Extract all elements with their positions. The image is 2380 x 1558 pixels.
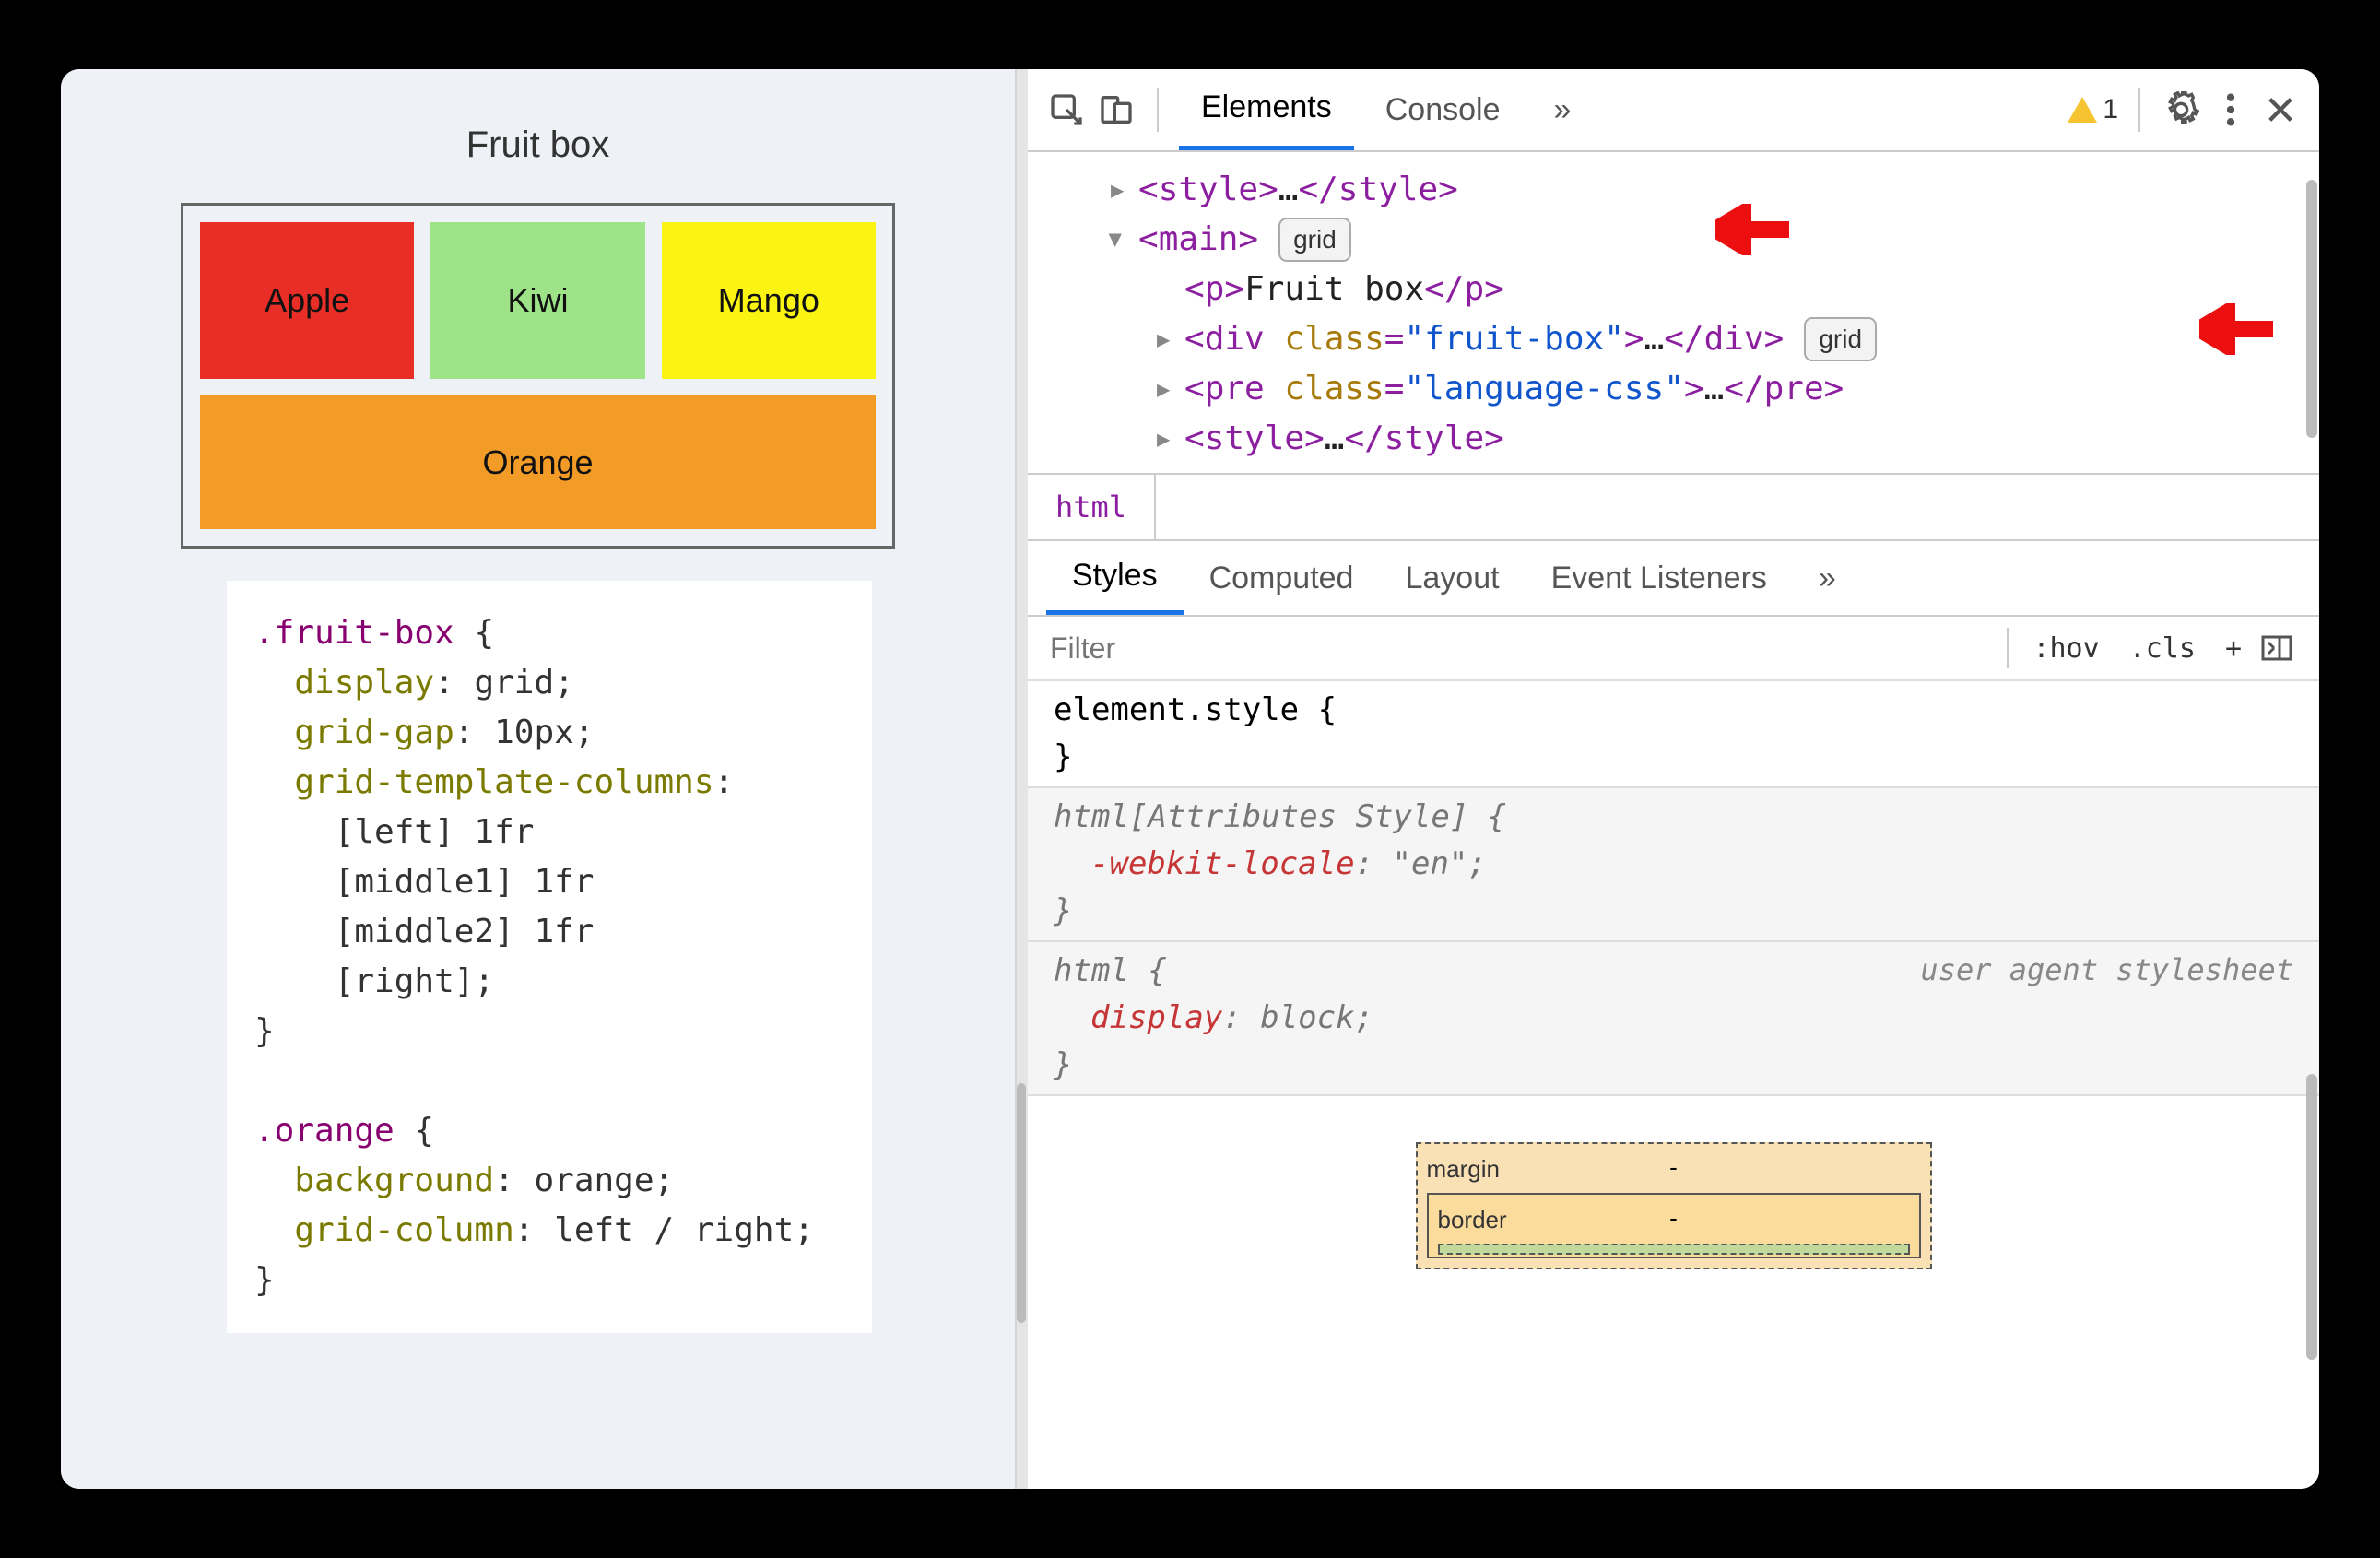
rule-close: } [1054,1042,2293,1089]
styles-panel[interactable]: element.style { } html[Attributes Style]… [1028,681,2319,1489]
warnings-badge[interactable]: 1 [2068,94,2118,125]
fruit-apple: Apple [200,222,414,379]
tab-layout[interactable]: Layout [1379,544,1525,613]
elements-tree[interactable]: ▶ <style>…</style> ▶ <main> grid <p>Frui… [1028,152,2319,473]
grid-badge[interactable]: grid [1278,218,1351,262]
dom-node-style[interactable]: ▶ <style>…</style> [1074,165,2292,215]
rule-close: } [1054,888,2293,935]
add-rule-button[interactable]: + [2210,623,2256,674]
rule-element-style[interactable]: element.style { } [1028,681,2319,788]
fruit-kiwi: Kiwi [430,222,644,379]
fruit-orange: Orange [200,395,876,529]
border-label: border [1438,1206,1507,1233]
margin-value: - [1669,1150,1678,1186]
expand-caret-icon[interactable]: ▶ [1157,422,1177,455]
rule-html-ua[interactable]: user agent stylesheet html { display: bl… [1028,942,2319,1096]
rule-selector: html[Attributes Style] { [1054,794,2293,841]
breadcrumb-bar: html [1028,473,2319,541]
css-value: : block; [1222,999,1373,1036]
css-property: -webkit-locale [1090,845,1355,882]
rule-html-attributes[interactable]: html[Attributes Style] { -webkit-locale:… [1028,788,2319,942]
devtools-toolbar: Elements Console » 1 [1028,69,2319,152]
kebab-menu-icon[interactable] [2210,89,2251,130]
styles-tab-bar: Styles Computed Layout Event Listeners » [1028,541,2319,617]
app-window: Fruit box Apple Kiwi Mango Orange .fruit… [61,69,2319,1489]
scrollbar-thumb[interactable] [2306,1074,2317,1360]
tab-console[interactable]: Console [1363,72,1523,148]
box-model-padding [1438,1244,1910,1255]
fruit-box-grid: Apple Kiwi Mango Orange [181,203,895,549]
css-value: : "en"; [1355,845,1487,882]
grid-badge[interactable]: grid [1804,317,1877,361]
dom-node-p[interactable]: <p>Fruit box</p> [1074,265,2292,314]
dom-node-div-fruitbox[interactable]: ▶ <div class="fruit-box">…</div> grid [1074,314,2292,364]
cls-toggle[interactable]: .cls [2115,623,2210,674]
rule-selector: element.style { [1054,687,2293,734]
margin-label: margin [1427,1155,1500,1183]
styles-filter-bar: :hov .cls + [1028,617,2319,681]
tab-computed[interactable]: Computed [1184,544,1380,613]
border-value: - [1669,1200,1678,1236]
css-property: display [1090,999,1222,1036]
tab-styles-more[interactable]: » [1793,544,1862,613]
box-model-diagram[interactable]: margin - border - [1416,1142,1932,1269]
code-sample: .fruit-box { display: grid; grid-gap: 10… [227,581,872,1333]
styles-filter-input[interactable] [1050,631,1997,666]
annotation-arrow-icon [1715,200,1789,277]
scrollbar-thumb[interactable] [1017,1083,1026,1323]
hov-toggle[interactable]: :hov [2018,623,2114,674]
warning-icon [2068,97,2097,123]
expand-caret-icon[interactable]: ▶ [1157,323,1177,356]
close-icon[interactable] [2260,89,2301,130]
collapse-caret-icon[interactable]: ▶ [1101,233,1134,254]
device-toggle-icon[interactable] [1096,89,1137,130]
dom-node-pre[interactable]: ▶ <pre class="language-css">…</pre> [1074,364,2292,414]
preview-title: Fruit box [116,124,960,166]
toolbar-separator [1157,88,1159,132]
box-model-margin: margin - border - [1416,1142,1932,1269]
expand-caret-icon[interactable]: ▶ [1157,372,1177,406]
toggle-sidebar-icon[interactable] [2256,628,2297,668]
annotation-arrow-icon [2199,300,2273,377]
preview-pane: Fruit box Apple Kiwi Mango Orange .fruit… [61,69,1015,1489]
gear-icon[interactable] [2161,89,2201,130]
rule-close: } [1054,734,2293,781]
breadcrumb-html[interactable]: html [1028,475,1156,539]
tab-event-listeners[interactable]: Event Listeners [1526,544,1793,613]
toolbar-separator [2138,88,2140,132]
devtools-pane: Elements Console » 1 ▶ <style>…</style> [1028,69,2319,1489]
tab-elements[interactable]: Elements [1179,69,1354,150]
inspect-element-icon[interactable] [1046,89,1087,130]
dom-node-main[interactable]: ▶ <main> grid [1074,215,2292,265]
pane-splitter[interactable] [1015,69,1028,1489]
expand-caret-icon[interactable]: ▶ [1111,173,1131,207]
box-model-border: border - [1427,1193,1921,1258]
separator [2007,628,2009,668]
user-agent-label: user agent stylesheet [1920,948,2293,992]
fruit-mango: Mango [662,222,876,379]
dom-node-style2[interactable]: ▶ <style>…</style> [1074,414,2292,464]
tab-styles[interactable]: Styles [1046,541,1184,615]
warning-count: 1 [2103,94,2118,125]
tab-more[interactable]: » [1531,72,1593,148]
scrollbar-thumb[interactable] [2306,180,2317,438]
